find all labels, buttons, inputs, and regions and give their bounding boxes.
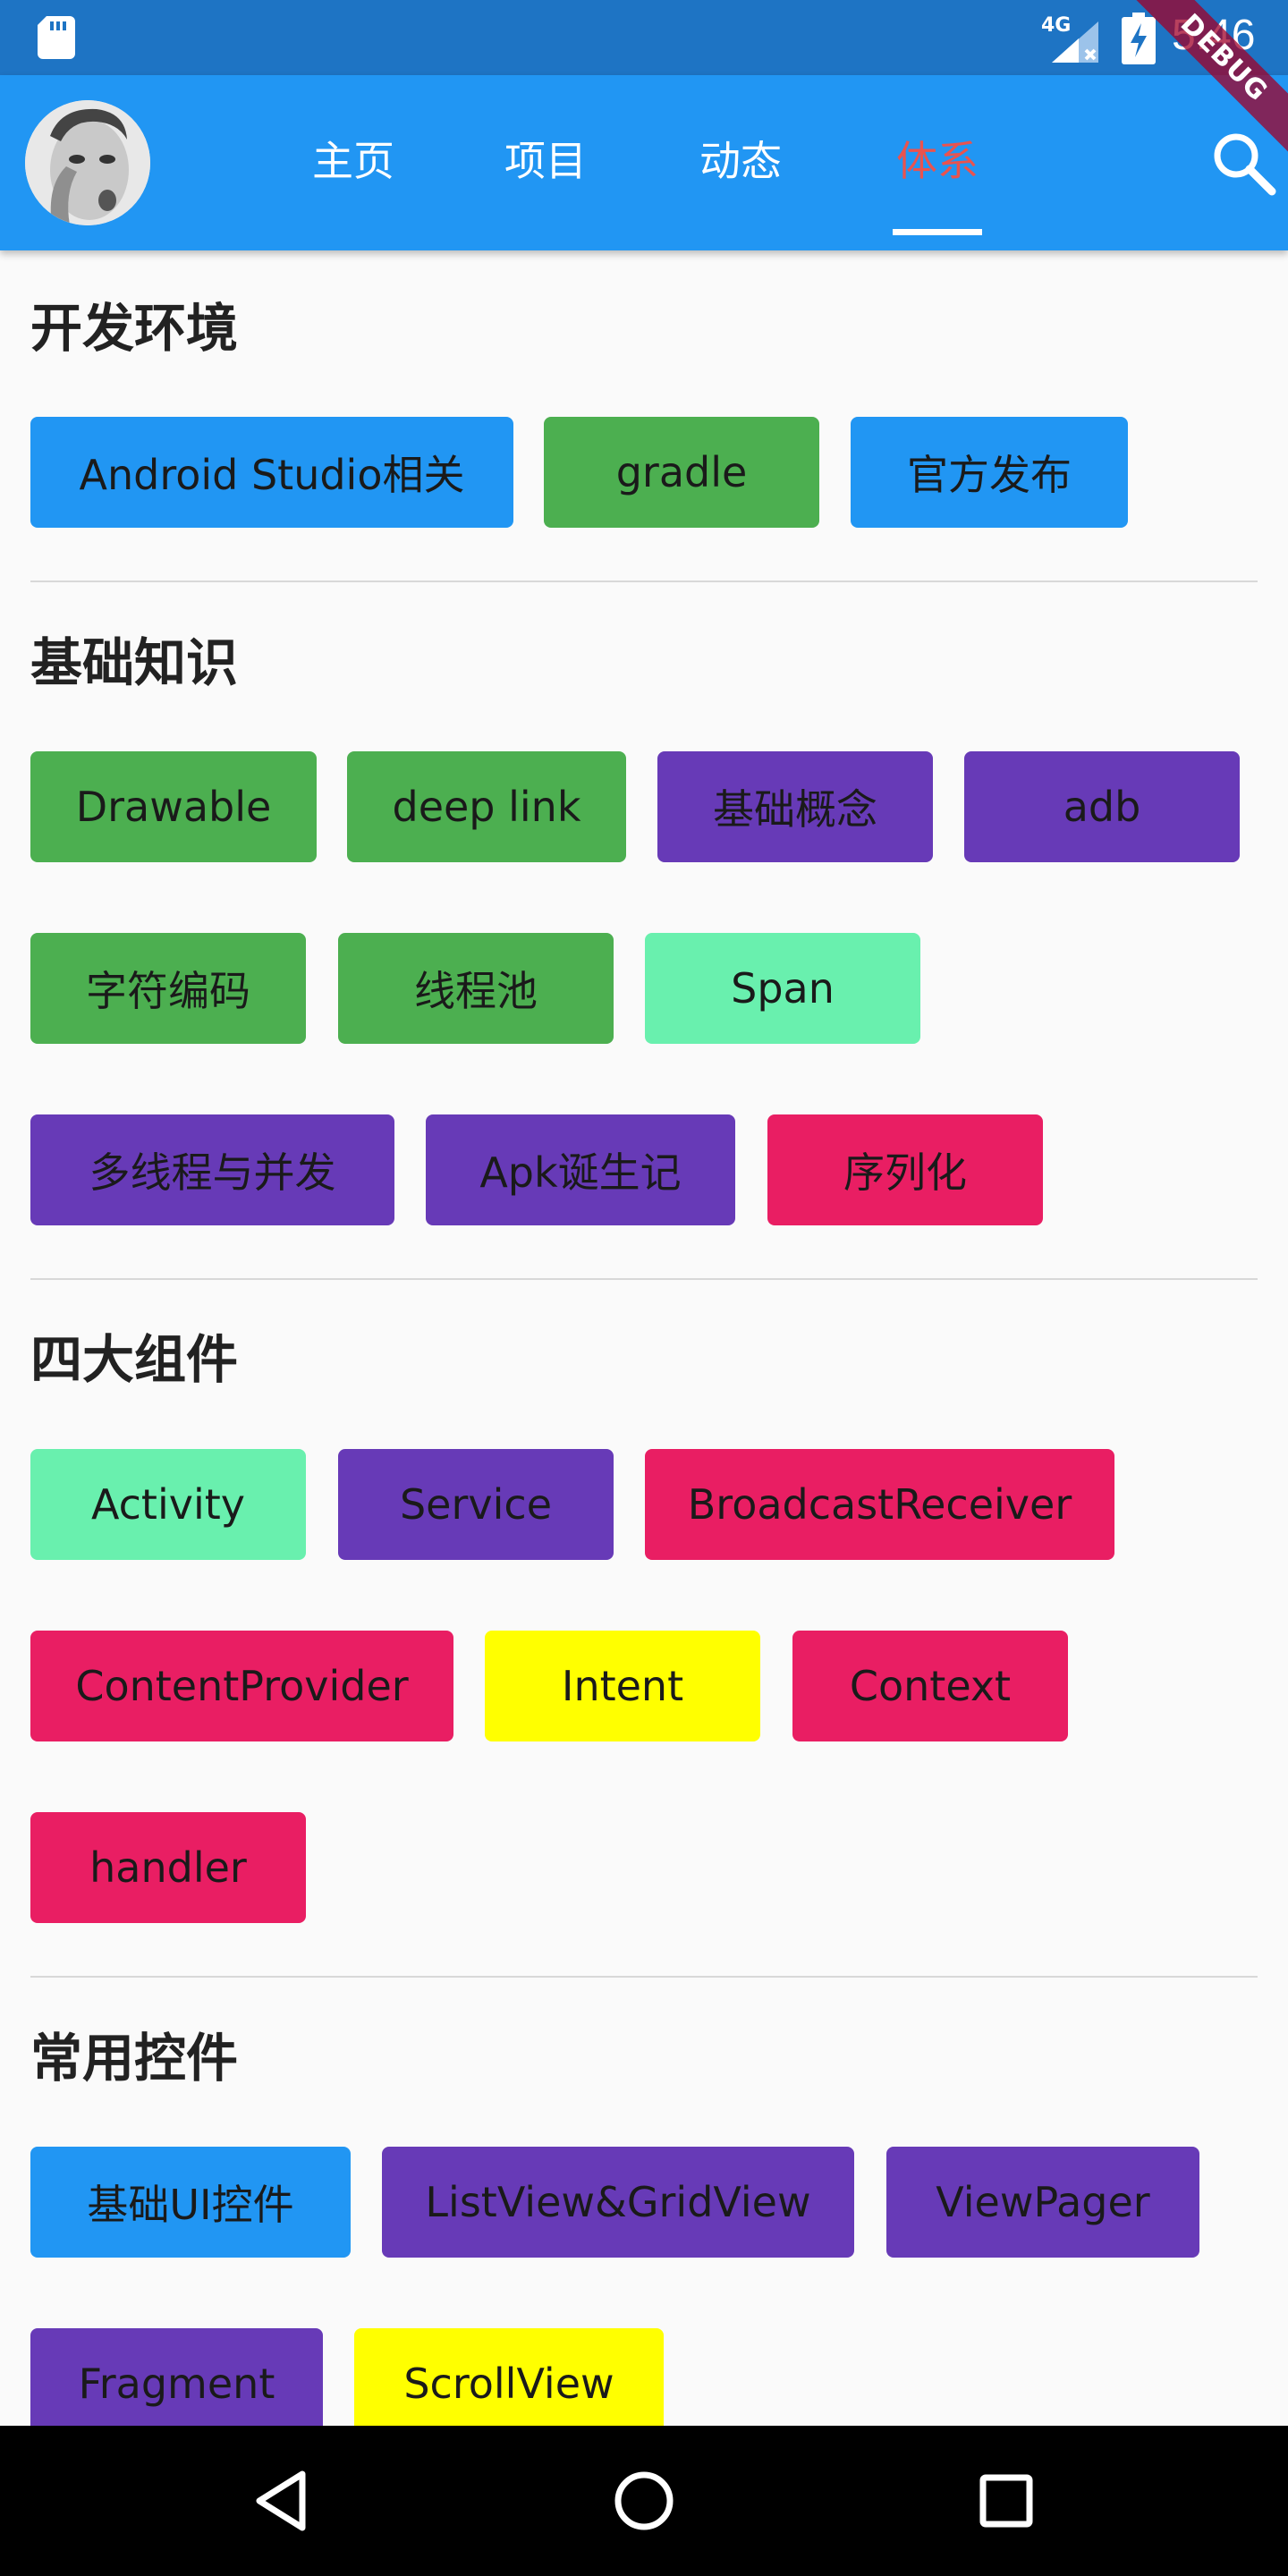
battery-charging-icon <box>1122 13 1156 64</box>
chip[interactable]: 线程池 <box>338 933 614 1044</box>
knowledge-system-list[interactable]: 开发环境 Android Studio相关 gradle 官方发布 基础知识 D… <box>0 250 1288 2426</box>
chip[interactable]: Span <box>645 933 920 1044</box>
tab-projects[interactable]: 项目 <box>487 134 604 188</box>
chip[interactable]: adb <box>964 751 1240 862</box>
chip[interactable]: 多线程与并发 <box>30 1114 394 1225</box>
chip[interactable]: ListView&GridView <box>382 2147 854 2258</box>
section-title: 开发环境 <box>30 298 239 359</box>
tab-home[interactable]: 主页 <box>295 134 411 188</box>
avatar-image <box>25 100 150 225</box>
chip[interactable]: handler <box>30 1812 306 1923</box>
section-title: 常用控件 <box>30 2028 239 2089</box>
chip[interactable]: Activity <box>30 1449 306 1560</box>
home-icon[interactable] <box>608 2465 680 2537</box>
chip[interactable]: Apk诞生记 <box>426 1114 735 1225</box>
chip[interactable]: BroadcastReceiver <box>645 1449 1114 1560</box>
chip[interactable]: Android Studio相关 <box>30 417 513 528</box>
chip[interactable]: 序列化 <box>767 1114 1043 1225</box>
active-tab-indicator <box>893 229 982 235</box>
search-icon[interactable] <box>1209 129 1277 197</box>
chip[interactable]: Context <box>792 1631 1068 1741</box>
chip[interactable]: ScrollView <box>354 2328 664 2426</box>
chip[interactable]: 字符编码 <box>30 933 306 1044</box>
section-title: 基础知识 <box>30 632 239 693</box>
section-title: 四大组件 <box>30 1329 239 1390</box>
chip[interactable]: 基础概念 <box>657 751 933 862</box>
tab-system[interactable]: 体系 <box>879 134 996 188</box>
chip[interactable]: gradle <box>544 417 819 528</box>
system-nav-bar <box>0 2426 1288 2576</box>
back-icon[interactable] <box>247 2465 318 2537</box>
chip[interactable]: 基础UI控件 <box>30 2147 351 2258</box>
chip[interactable]: Drawable <box>30 751 317 862</box>
status-clock: 5:46 <box>1172 12 1256 59</box>
chip[interactable]: ViewPager <box>886 2147 1199 2258</box>
chip[interactable]: 官方发布 <box>851 417 1128 528</box>
signal-icon <box>1052 21 1098 63</box>
divider <box>30 1976 1258 1978</box>
divider <box>30 580 1258 582</box>
chip[interactable]: ContentProvider <box>30 1631 453 1741</box>
chip[interactable]: Fragment <box>30 2328 323 2426</box>
chip[interactable]: Service <box>338 1449 614 1560</box>
chip[interactable]: deep link <box>347 751 626 862</box>
app-bar: 主页 项目 动态 体系 <box>0 75 1288 250</box>
divider <box>30 1278 1258 1280</box>
chip[interactable]: Intent <box>485 1631 760 1741</box>
status-bar: 4G 5:46 <box>0 0 1288 75</box>
recents-icon[interactable] <box>970 2465 1042 2537</box>
avatar[interactable] <box>25 100 150 225</box>
sd-card-icon <box>38 16 75 59</box>
tab-activity[interactable]: 动态 <box>682 134 799 188</box>
